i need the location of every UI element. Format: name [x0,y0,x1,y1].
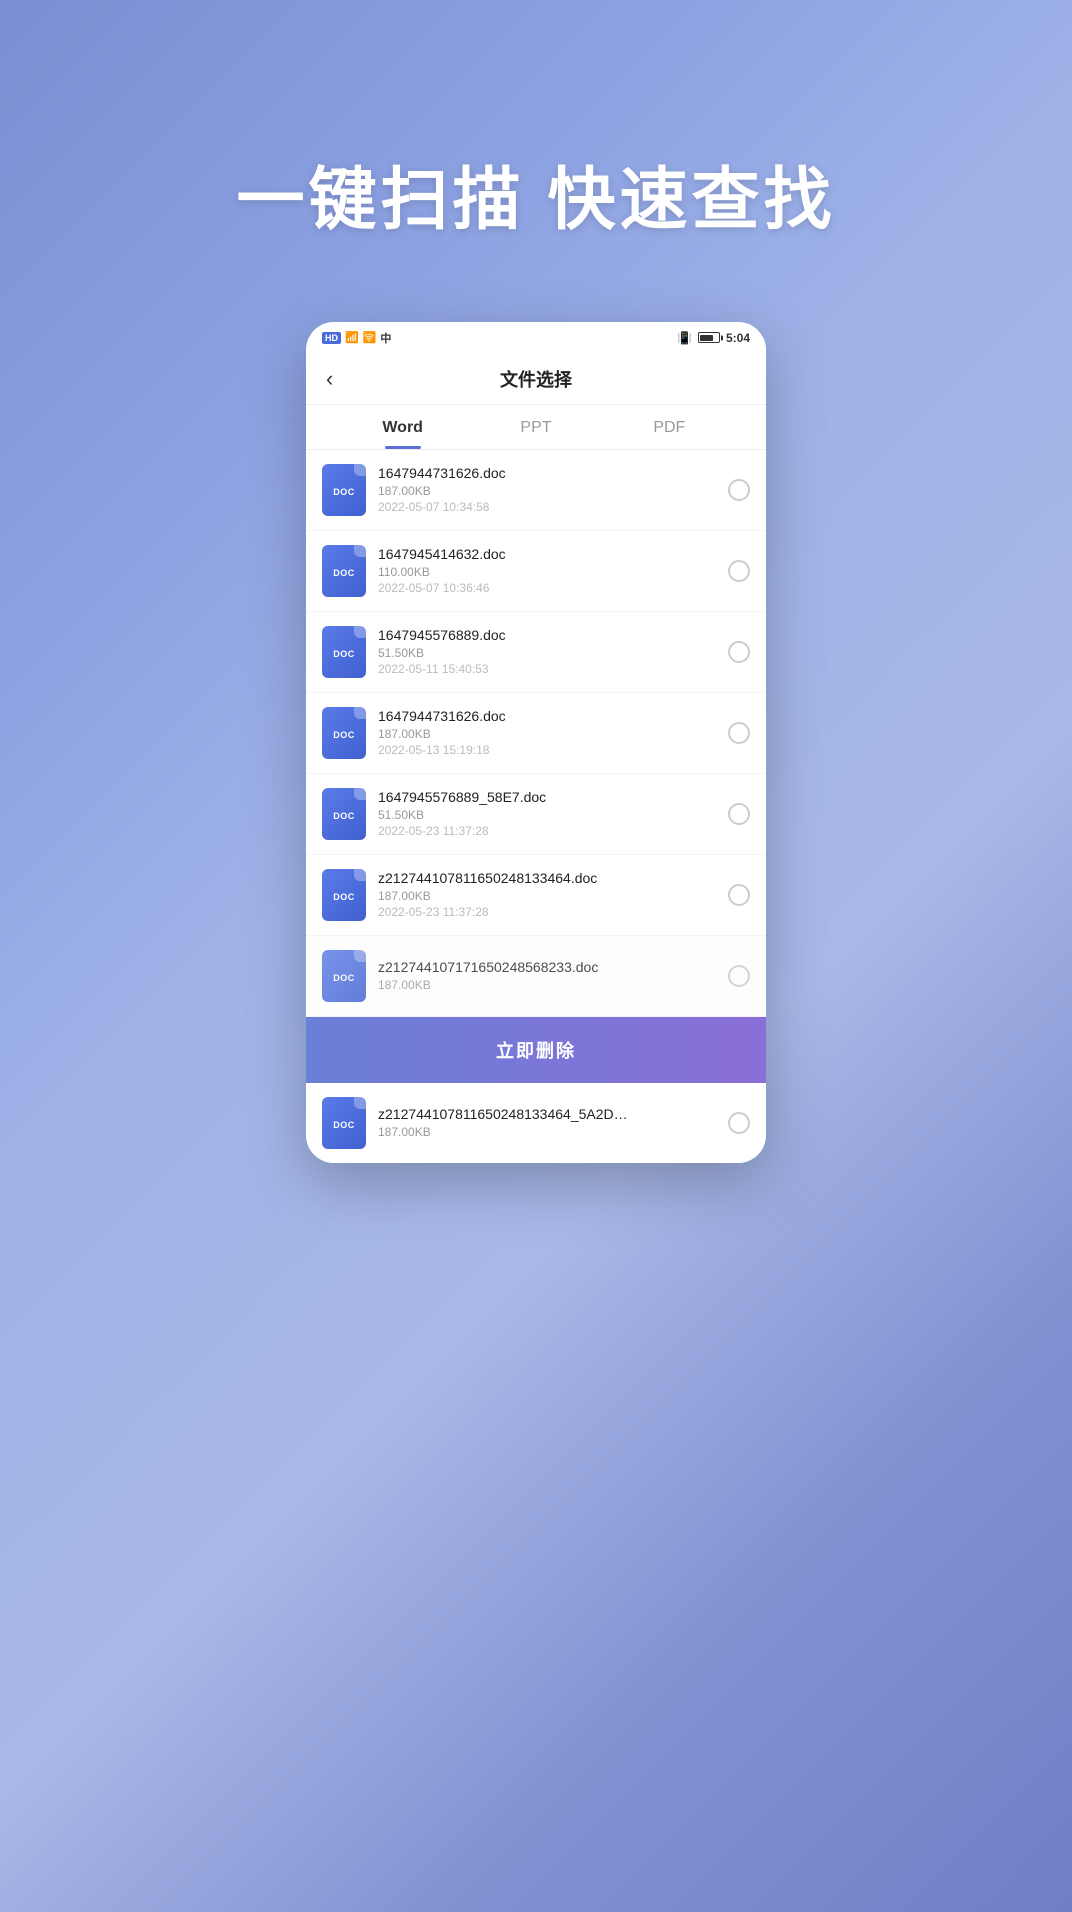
doc-icon: DOC [322,464,366,516]
file-size: 51.50KB [378,808,716,822]
doc-icon-label: DOC [333,568,355,578]
file-type-tabs: Word PPT PDF [306,405,766,450]
tab-ppt[interactable]: PPT [469,405,602,449]
wifi-icon: 🛜 [363,331,377,344]
doc-icon: DOC [322,950,366,1002]
file-size: 187.00KB [378,889,716,903]
doc-icon-label: DOC [333,1120,355,1130]
file-name: 1647945414632.doc [378,546,716,562]
doc-icon-label: DOC [333,487,355,497]
file-list: DOC 1647944731626.doc 187.00KB 2022-05-0… [306,450,766,1163]
file-size: 187.00KB [378,978,716,992]
file-date: 2022-05-07 10:34:58 [378,500,716,514]
status-left: HD 📶 🛜 中 [322,330,391,346]
file-date: 2022-05-13 15:19:18 [378,743,716,757]
select-radio[interactable] [728,884,750,906]
file-date: 2022-05-23 11:37:28 [378,905,716,919]
select-radio[interactable] [728,965,750,987]
doc-icon: DOC [322,707,366,759]
time-display: 5:04 [726,331,750,345]
file-date: 2022-05-11 15:40:53 [378,662,716,676]
file-size: 51.50KB [378,646,716,660]
vibrate-icon: 📳 [677,331,692,345]
file-item[interactable]: DOC 1647945414632.doc 110.00KB 2022-05-0… [306,531,766,611]
select-radio[interactable] [728,641,750,663]
phone-mockup: HD 📶 🛜 中 📳 5:04 ‹ 文件选择 Word PPT PDF DOC [306,322,766,1163]
select-radio[interactable] [728,1112,750,1134]
file-info: z212744107171650248568233.doc 187.00KB [378,959,716,992]
status-bar: HD 📶 🛜 中 📳 5:04 [306,322,766,352]
header-title: 文件选择 [500,366,572,392]
file-info: 1647945576889_58E7.doc 51.50KB 2022-05-2… [378,789,716,838]
file-item[interactable]: DOC z212744107171650248568233.doc 187.00… [306,936,766,1016]
doc-icon-label: DOC [333,811,355,821]
file-name: 1647944731626.doc [378,465,716,481]
sim-icon: 中 [380,330,391,346]
file-info: 1647945576889.doc 51.50KB 2022-05-11 15:… [378,627,716,676]
tab-pdf[interactable]: PDF [603,405,736,449]
file-size: 110.00KB [378,565,716,579]
select-radio[interactable] [728,479,750,501]
file-item[interactable]: DOC 1647945576889_58E7.doc 51.50KB 2022-… [306,774,766,854]
doc-icon-label: DOC [333,892,355,902]
doc-icon: DOC [322,788,366,840]
tab-word[interactable]: Word [336,405,469,449]
file-date: 2022-05-07 10:36:46 [378,581,716,595]
file-select-header: ‹ 文件选择 [306,352,766,405]
file-date: 2022-05-23 11:37:28 [378,824,716,838]
status-right: 📳 5:04 [677,331,750,345]
doc-icon: DOC [322,626,366,678]
delete-button[interactable]: 立即删除 [306,1017,766,1083]
file-item[interactable]: DOC 1647945576889.doc 51.50KB 2022-05-11… [306,612,766,692]
file-size: 187.00KB [378,727,716,741]
file-size: 187.00KB [378,484,716,498]
file-name: 1647945576889.doc [378,627,716,643]
file-item[interactable]: DOC z21274410781165024813346​4.doc 187.0… [306,855,766,935]
file-info: z21274410781165024813346​4.doc 187.00KB … [378,870,716,919]
file-size: 187.00KB [378,1125,716,1139]
signal-icon: 📶 [345,331,359,344]
file-info: z2127441078116502481​33464_5A2D… 187.00K… [378,1106,716,1139]
doc-icon-label: DOC [333,730,355,740]
file-name: z212744107171650248568233.doc [378,959,716,975]
file-name: z21274410781165024813346​4.doc [378,870,716,886]
back-button[interactable]: ‹ [326,366,333,392]
doc-icon: DOC [322,869,366,921]
select-radio[interactable] [728,803,750,825]
doc-icon: DOC [322,545,366,597]
hero-tagline: 一键扫描 快速查找 [237,160,836,242]
file-name: z2127441078116502481​33464_5A2D… [378,1106,716,1122]
hd-badge: HD [322,332,341,344]
file-item[interactable]: DOC 1647944731626.doc 187.00KB 2022-05-1… [306,693,766,773]
file-name: 1647944731626.doc [378,708,716,724]
file-info: 1647944731626.doc 187.00KB 2022-05-07 10… [378,465,716,514]
doc-icon-label: DOC [333,973,355,983]
doc-icon: DOC [322,1097,366,1149]
file-item[interactable]: DOC 1647944731626.doc 187.00KB 2022-05-0… [306,450,766,530]
file-item[interactable]: DOC z2127441078116502481​33464_5A2D… 187… [306,1083,766,1163]
select-radio[interactable] [728,560,750,582]
file-info: 1647944731626.doc 187.00KB 2022-05-13 15… [378,708,716,757]
file-name: 1647945576889_58E7.doc [378,789,716,805]
select-radio[interactable] [728,722,750,744]
doc-icon-label: DOC [333,649,355,659]
battery-indicator [698,332,720,343]
file-info: 1647945414632.doc 110.00KB 2022-05-07 10… [378,546,716,595]
